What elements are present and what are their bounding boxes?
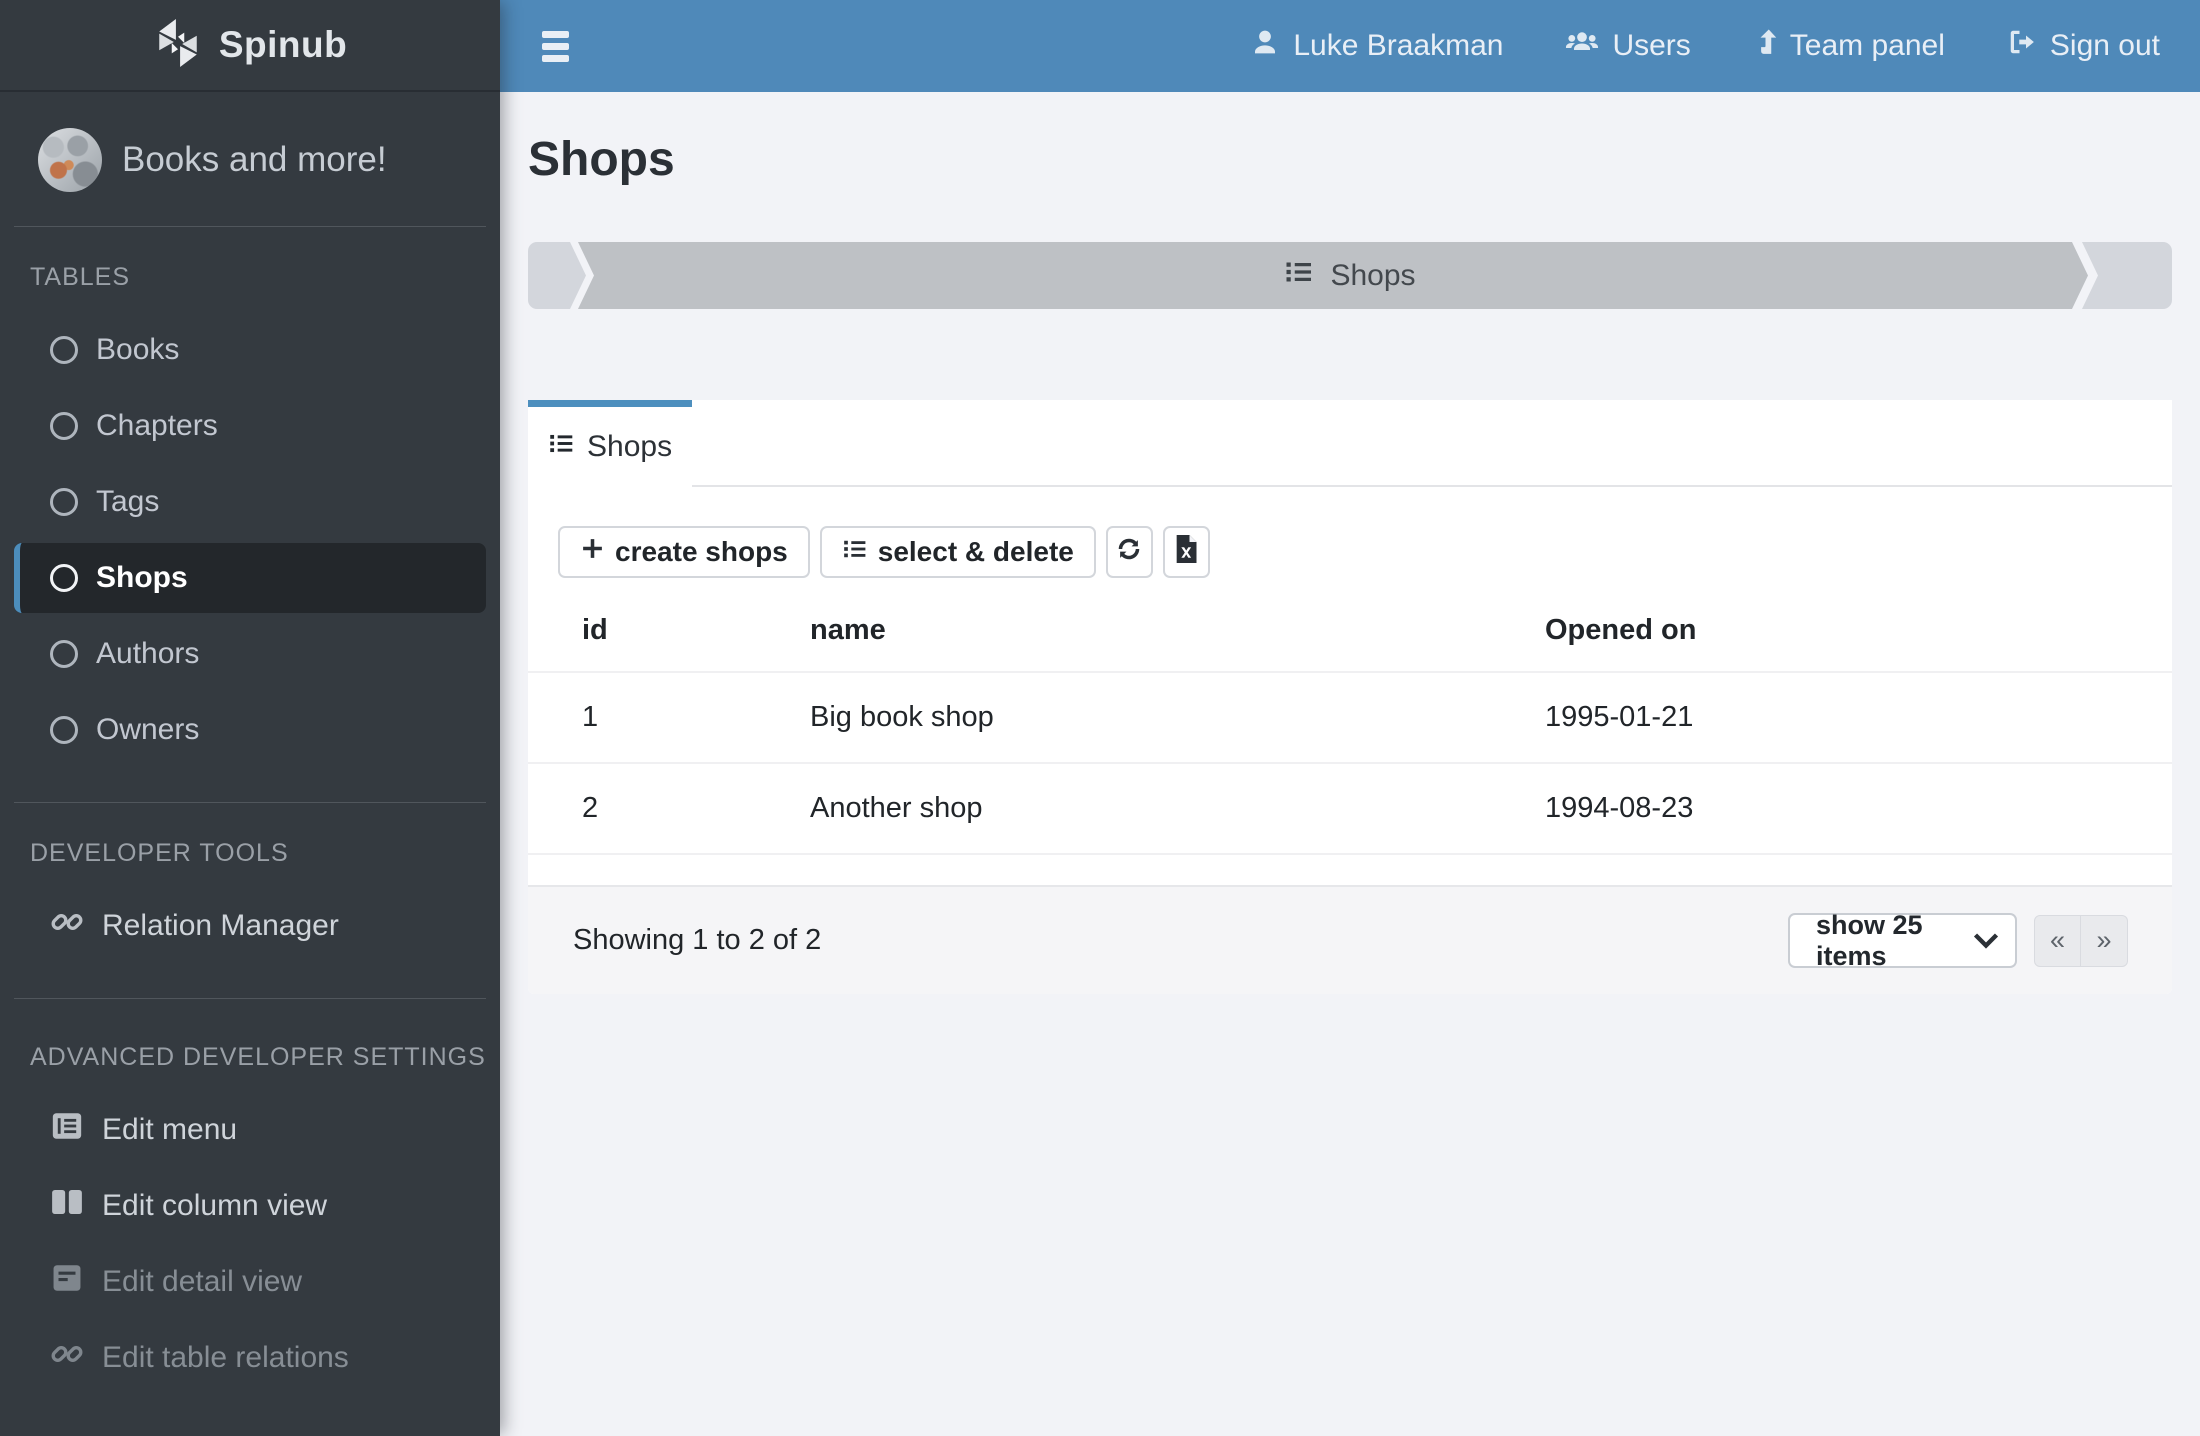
shops-table: id name Opened on 1 Big book shop 1995-0… xyxy=(528,600,2172,855)
brand-name: Spinub xyxy=(218,24,348,65)
topbar-team-panel-label: Team panel xyxy=(1789,29,1945,62)
select-delete-button[interactable]: select & delete xyxy=(819,526,1096,578)
column-header-name: name xyxy=(810,614,886,646)
pagination-prev-button[interactable]: « xyxy=(2034,914,2081,967)
sidebar-item-books[interactable]: Books xyxy=(0,312,500,388)
topbar-user-label: Luke Braakman xyxy=(1293,29,1504,62)
users-icon xyxy=(1565,27,1599,65)
sidebar-item-edit-column-view[interactable]: Edit column view xyxy=(0,1168,500,1244)
topbar-users-link[interactable]: Users xyxy=(1565,27,1691,65)
breadcrumb-item-shops[interactable]: Shops xyxy=(528,242,2172,309)
sidebar-section-tables: TABLES xyxy=(30,263,131,291)
list-icon xyxy=(548,430,575,465)
sidebar-item-tags[interactable]: Tags xyxy=(0,464,500,540)
link-icon xyxy=(50,1337,84,1379)
sidebar-item-edit-table-relations[interactable]: Edit table relations xyxy=(0,1320,500,1396)
circle-icon xyxy=(50,716,78,744)
sidebar-divider xyxy=(14,802,486,803)
table-row[interactable]: 1 Big book shop 1995-01-21 xyxy=(528,671,2172,763)
toolbar: create shops select & delete xyxy=(558,526,2172,578)
column-header-id: id xyxy=(582,614,608,646)
chevron-down-icon xyxy=(1973,932,1999,949)
table-footer: Showing 1 to 2 of 2 show 25 items « » xyxy=(528,885,2172,994)
cell-opened-on: 1994-08-23 xyxy=(1521,762,2172,855)
cell-id: 1 xyxy=(528,671,786,763)
level-up-icon xyxy=(1753,27,1777,65)
workspace-avatar xyxy=(38,128,102,192)
cell-name: Big book shop xyxy=(786,671,1521,763)
refresh-button[interactable] xyxy=(1105,526,1153,578)
sidebar-item-authors[interactable]: Authors xyxy=(0,616,500,692)
sidebar-item-owners[interactable]: Owners xyxy=(0,692,500,768)
tab-label: Shops xyxy=(587,430,673,463)
list-icon xyxy=(1284,257,1314,295)
sidebar-divider xyxy=(14,998,486,999)
sidebar: Spinub Books and more! TABLES Books Chap… xyxy=(0,0,500,1436)
sidebar-item-chapters[interactable]: Chapters xyxy=(0,388,500,464)
sidebar-devtools-nav: Relation Manager xyxy=(0,888,500,964)
circle-icon xyxy=(50,640,78,668)
sidebar-item-shops[interactable]: Shops xyxy=(14,543,486,613)
workspace-name: Books and more! xyxy=(122,140,387,179)
page-size-label: show 25 items xyxy=(1816,909,1923,971)
page-size-select[interactable]: show 25 items xyxy=(1788,910,2017,971)
sidebar-section-advanced: ADVANCED DEVELOPER SETTINGS xyxy=(30,1043,486,1071)
detail-view-icon xyxy=(50,1261,84,1303)
create-shops-button[interactable]: create shops xyxy=(558,526,810,578)
breadcrumb: Shops xyxy=(528,242,2172,309)
topbar-user-link[interactable]: Luke Braakman xyxy=(1250,27,1503,65)
topbar-users-label: Users xyxy=(1612,29,1691,62)
shops-panel: Shops create shops select & delete id na… xyxy=(528,400,2172,994)
export-excel-button[interactable] xyxy=(1162,526,1210,578)
user-icon xyxy=(1250,27,1280,65)
link-icon xyxy=(50,905,84,947)
topbar-team-panel-link[interactable]: Team panel xyxy=(1753,27,1945,65)
cell-name: Another shop xyxy=(786,762,1521,855)
sidebar-tables-nav: Books Chapters Tags Shops Authors Owners xyxy=(0,312,500,768)
sidebar-divider xyxy=(14,226,486,227)
cell-opened-on: 1995-01-21 xyxy=(1521,671,2172,763)
refresh-icon xyxy=(1115,535,1143,570)
pagination: « » xyxy=(2034,914,2128,967)
tabs-row: Shops xyxy=(528,400,2172,487)
columns-icon xyxy=(50,1185,84,1227)
topbar-sign-out-link[interactable]: Sign out xyxy=(2007,27,2160,65)
sidebar-item-relation-manager[interactable]: Relation Manager xyxy=(0,888,500,964)
plus-icon xyxy=(580,536,605,568)
sidebar-item-edit-detail-view[interactable]: Edit detail view xyxy=(0,1244,500,1320)
topbar-sign-out-label: Sign out xyxy=(2049,29,2160,62)
circle-icon xyxy=(50,412,78,440)
breadcrumb-label: Shops xyxy=(1330,258,1416,292)
main-content: Shops Shops Shops create shops select & … xyxy=(500,92,2200,1436)
circle-icon xyxy=(50,564,78,592)
list-icon xyxy=(842,536,868,569)
circle-icon xyxy=(50,488,78,516)
footer-controls: show 25 items « » xyxy=(1788,910,2128,971)
table-row[interactable]: 2 Another shop 1994-08-23 xyxy=(528,762,2172,855)
topbar: Luke Braakman Users Team panel Sign out xyxy=(500,0,2200,92)
excel-export-icon xyxy=(1173,534,1199,570)
page-title: Shops xyxy=(528,133,675,186)
sidebar-section-devtools: DEVELOPER TOOLS xyxy=(30,839,289,867)
showing-status: Showing 1 to 2 of 2 xyxy=(573,924,822,956)
menu-icon xyxy=(542,30,569,38)
list-alt-icon xyxy=(50,1109,84,1151)
topbar-nav: Luke Braakman Users Team panel Sign out xyxy=(1250,27,2200,65)
table-header-row: id name Opened on xyxy=(528,600,2172,672)
cell-id: 2 xyxy=(528,762,786,855)
sign-out-icon xyxy=(2007,27,2037,65)
screen: Luke Braakman Users Team panel Sign out xyxy=(0,0,2200,1436)
pinwheel-logo-icon xyxy=(153,18,203,73)
sidebar-advanced-nav: Edit menu Edit column view Edit detail v… xyxy=(0,1092,500,1396)
tab-shops[interactable]: Shops xyxy=(528,400,693,487)
pagination-next-button[interactable]: » xyxy=(2081,914,2128,967)
menu-toggle-button[interactable] xyxy=(542,26,576,66)
circle-icon xyxy=(50,336,78,364)
workspace-profile: Books and more! xyxy=(0,92,500,226)
brand[interactable]: Spinub xyxy=(0,0,500,92)
sidebar-item-edit-menu[interactable]: Edit menu xyxy=(0,1092,500,1168)
column-header-opened-on: Opened on xyxy=(1545,614,1697,646)
